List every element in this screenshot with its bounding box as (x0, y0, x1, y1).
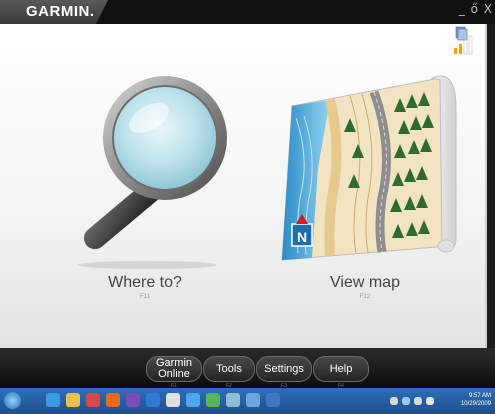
view-map-label: View map (330, 274, 400, 291)
view-map-key: F12 (359, 294, 371, 300)
compass-n-label: N (297, 229, 307, 245)
magnifier-icon (77, 76, 227, 269)
media-player-icon[interactable] (106, 393, 120, 407)
mail-icon[interactable] (126, 393, 140, 407)
window-controls[interactable]: _ ő X (459, 2, 493, 16)
app-icon[interactable] (226, 393, 240, 407)
app-icon[interactable] (186, 393, 200, 407)
tray-icon[interactable] (414, 397, 422, 405)
title-bar: GARMIN. _ ő X (0, 0, 495, 24)
main-panel: Where to? F11 N View map F12 (0, 24, 487, 348)
firefox-icon[interactable] (166, 393, 180, 407)
clock-date: 10/29/2009 (460, 401, 491, 407)
bottom-toolbar: Garmin Online Tools Settings Help F1 F2 … (0, 348, 495, 389)
app-icon[interactable] (266, 393, 280, 407)
help-button[interactable]: Help (313, 356, 369, 382)
where-to-button[interactable]: Where to? F11 (55, 60, 235, 320)
tray-icon[interactable] (402, 397, 410, 405)
taskbar: 9:57 AM 10/29/2009 (0, 388, 495, 414)
tools-button[interactable]: Tools (203, 356, 255, 382)
folder-icon[interactable] (66, 393, 80, 407)
app-icon[interactable] (86, 393, 100, 407)
clock-time: 9:57 AM (468, 393, 491, 399)
settings-button[interactable]: Settings (256, 356, 312, 382)
where-to-key: F11 (140, 294, 150, 300)
start-button-icon[interactable] (4, 392, 21, 409)
ie-icon[interactable] (46, 393, 60, 407)
map-icon: N (281, 75, 457, 261)
volume-icon[interactable] (426, 397, 434, 405)
app-icon[interactable] (246, 393, 260, 407)
where-to-label: Where to? (108, 274, 182, 291)
taskbar-clock[interactable]: 9:57 AM 10/29/2009 (461, 392, 491, 408)
garmin-logo: GARMIN. (26, 3, 95, 20)
app-icon[interactable] (146, 393, 160, 407)
garmin-online-button[interactable]: Garmin Online (146, 356, 202, 382)
app-icon[interactable] (206, 393, 220, 407)
view-map-button[interactable]: N View map F12 (270, 48, 460, 320)
tray-icon[interactable] (390, 397, 398, 405)
